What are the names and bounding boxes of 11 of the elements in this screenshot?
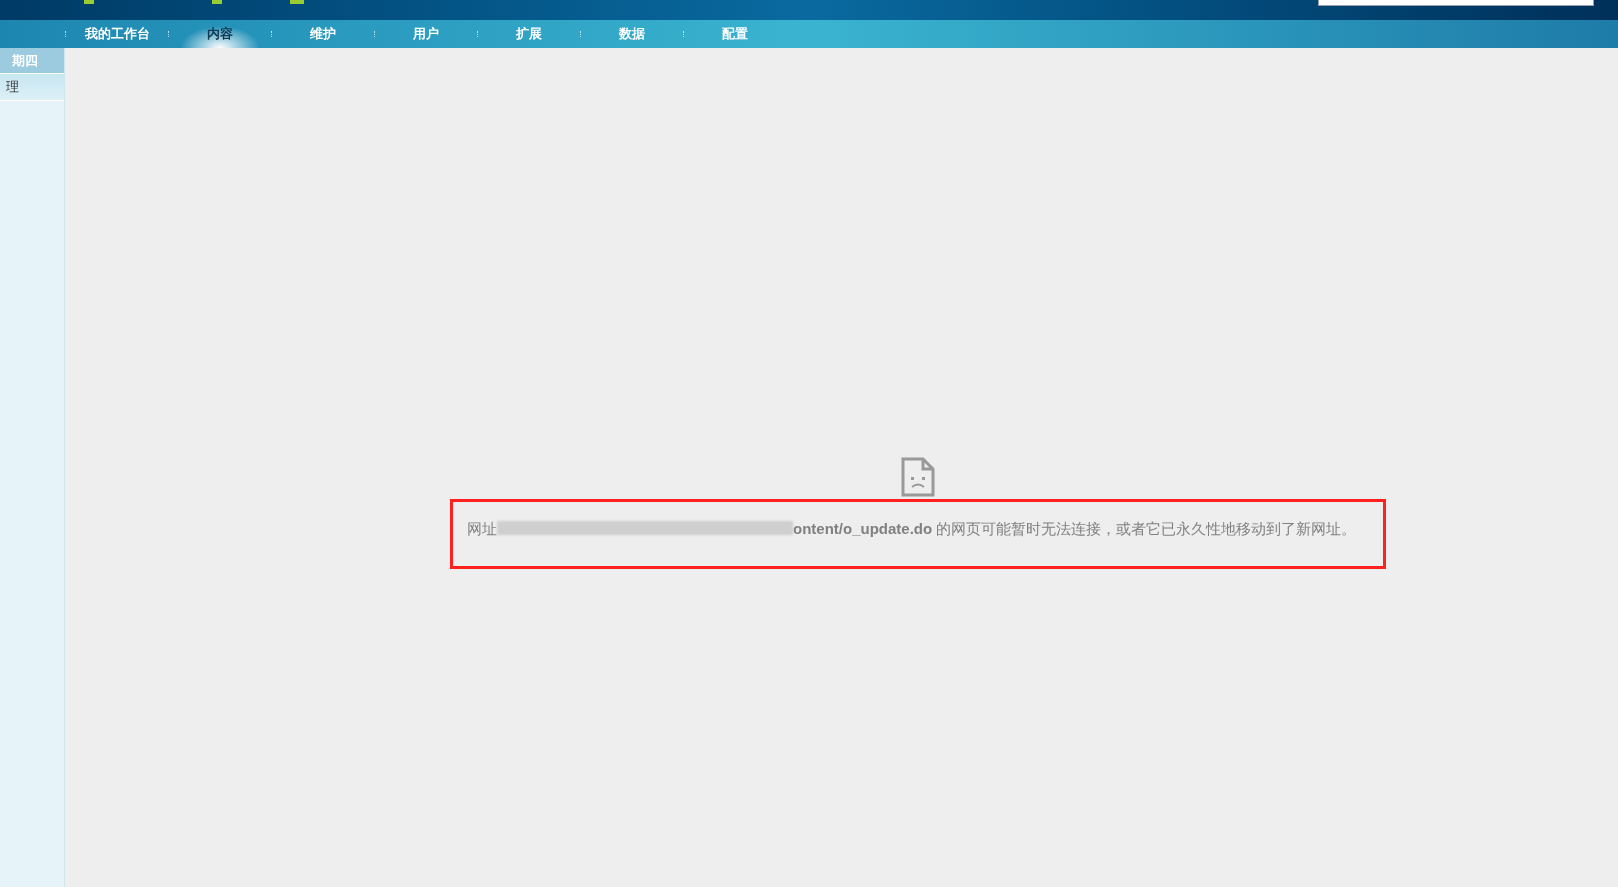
nav-tab[interactable]: 数据 — [581, 20, 683, 48]
nav-tab[interactable]: 配置 — [684, 20, 786, 48]
nav-tab[interactable]: 维护 — [272, 20, 374, 48]
nav-tab[interactable]: 用户 — [375, 20, 477, 48]
nav-tab[interactable]: 我的工作台 — [66, 20, 168, 48]
sidebar-item[interactable]: 期四 — [0, 48, 64, 74]
nav-tab[interactable]: 扩展 — [478, 20, 580, 48]
error-message: ontent/o_update.do 的网页可能暂时无法连接，或者它已永久性地移动到了新网址。 — [793, 519, 1357, 539]
error-prefix-text: 网址 — [467, 519, 497, 539]
sidebar-item[interactable]: 理 — [0, 74, 64, 101]
broken-page-icon — [901, 457, 935, 497]
